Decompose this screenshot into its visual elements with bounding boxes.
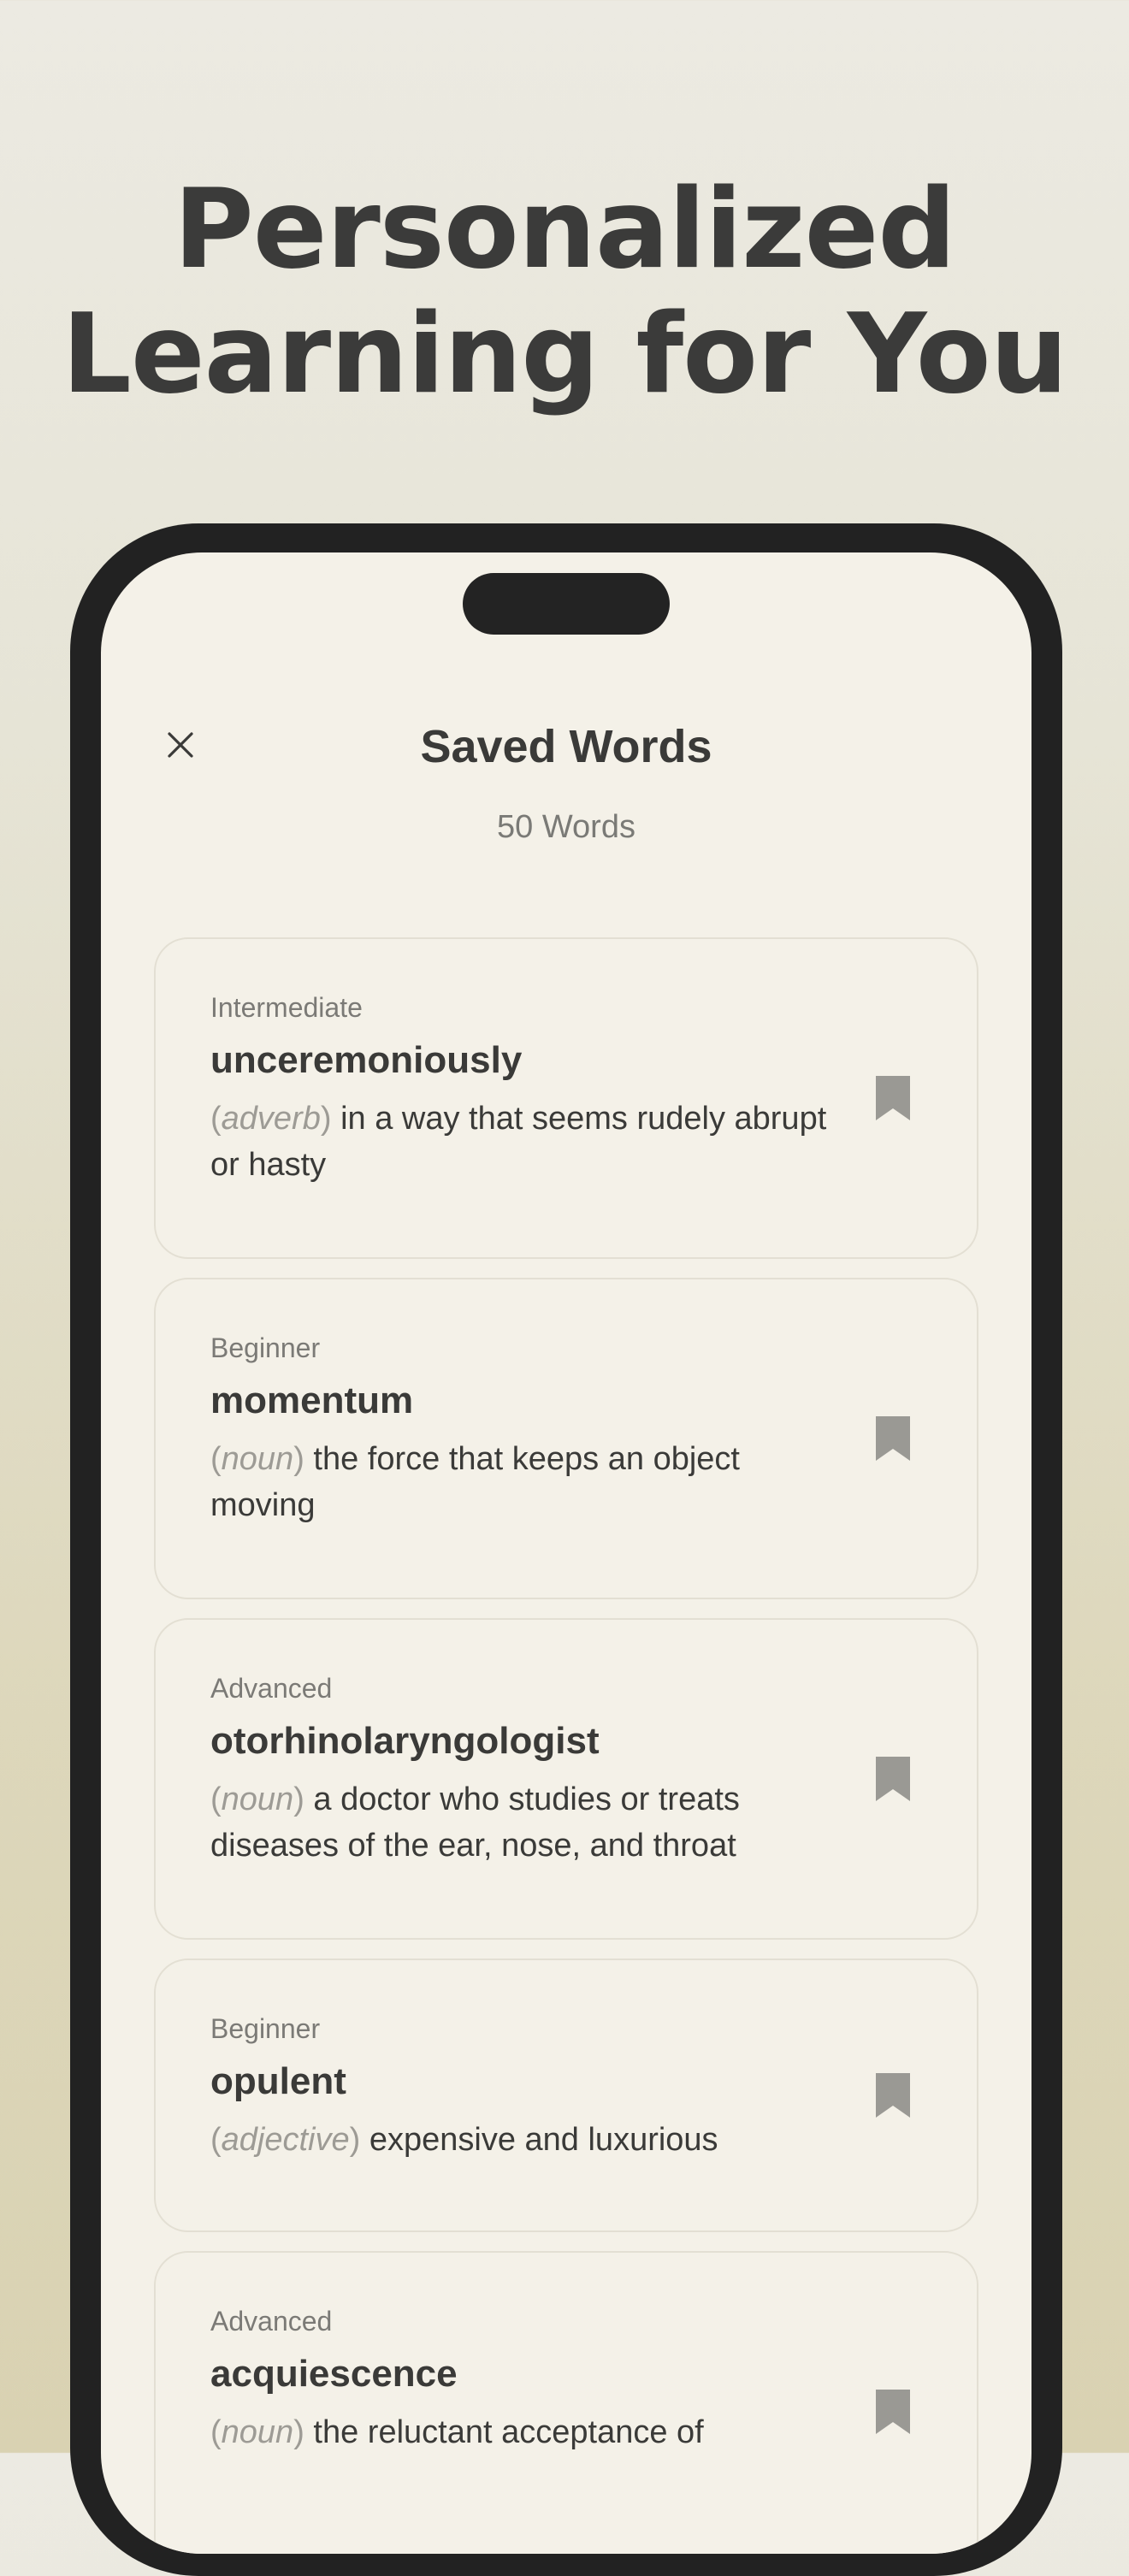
definition-text: the reluctant acceptance of: [313, 2414, 704, 2450]
bookmark-button[interactable]: [874, 2388, 912, 2436]
word-level: Intermediate: [210, 992, 363, 1023]
saved-words-list: Intermediate unceremoniously (adverb) in…: [154, 937, 978, 2554]
bookmark-button[interactable]: [874, 1415, 912, 1462]
phone-screen: Saved Words 50 Words Intermediate uncere…: [101, 552, 1031, 2554]
word-definition: (adverb) in a way that seems rudely abru…: [210, 1096, 840, 1188]
bookmark-icon: [876, 2390, 910, 2434]
word-term: acquiescence: [210, 2353, 458, 2395]
word-definition: (noun) a doctor who studies or treats di…: [210, 1776, 840, 1869]
word-count: 50 Words: [497, 809, 635, 845]
bookmark-icon: [876, 1757, 910, 1801]
bookmark-button[interactable]: [874, 1074, 912, 1122]
part-of-speech: (adjective): [210, 2122, 361, 2158]
word-level: Beginner: [210, 1332, 321, 1363]
phone-frame: Saved Words 50 Words Intermediate uncere…: [70, 523, 1062, 2576]
part-of-speech: (noun): [210, 1441, 304, 1477]
word-definition: (noun) the force that keeps an object mo…: [210, 1436, 840, 1528]
word-card[interactable]: Beginner opulent (adjective) expensive a…: [154, 1959, 978, 2232]
bookmark-button[interactable]: [874, 1755, 912, 1803]
word-card[interactable]: Advanced acquiescence (noun) the relucta…: [154, 2251, 978, 2554]
page-title: Saved Words: [420, 721, 712, 772]
word-card[interactable]: Intermediate unceremoniously (adverb) in…: [154, 937, 978, 1259]
headline-line-1: Personalized: [173, 166, 956, 293]
word-term: momentum: [210, 1380, 414, 1421]
dynamic-island: [463, 573, 670, 635]
word-card[interactable]: Beginner momentum (noun) the force that …: [154, 1278, 978, 1599]
bookmark-icon: [876, 2073, 910, 2118]
marketing-headline: Personalized Learning for You: [0, 168, 1129, 417]
word-card[interactable]: Advanced otorhinolaryngologist (noun) a …: [154, 1618, 978, 1940]
word-level: Advanced: [210, 1673, 333, 1704]
word-definition: (adjective) expensive and luxurious: [210, 2117, 840, 2163]
definition-text: expensive and luxurious: [369, 2122, 718, 2158]
bookmark-button[interactable]: [874, 2071, 912, 2119]
word-term: opulent: [210, 2060, 346, 2102]
bookmark-icon: [876, 1416, 910, 1461]
headline-line-2: Learning for You: [62, 291, 1068, 418]
bookmark-icon: [876, 1076, 910, 1120]
word-definition: (noun) the reluctant acceptance of: [210, 2409, 840, 2455]
part-of-speech: (noun): [210, 2414, 304, 2450]
word-term: otorhinolaryngologist: [210, 1720, 600, 1762]
word-level: Beginner: [210, 2013, 321, 2044]
word-term: unceremoniously: [210, 1039, 523, 1081]
word-level: Advanced: [210, 2306, 333, 2337]
part-of-speech: (adverb): [210, 1101, 332, 1137]
part-of-speech: (noun): [210, 1781, 304, 1817]
